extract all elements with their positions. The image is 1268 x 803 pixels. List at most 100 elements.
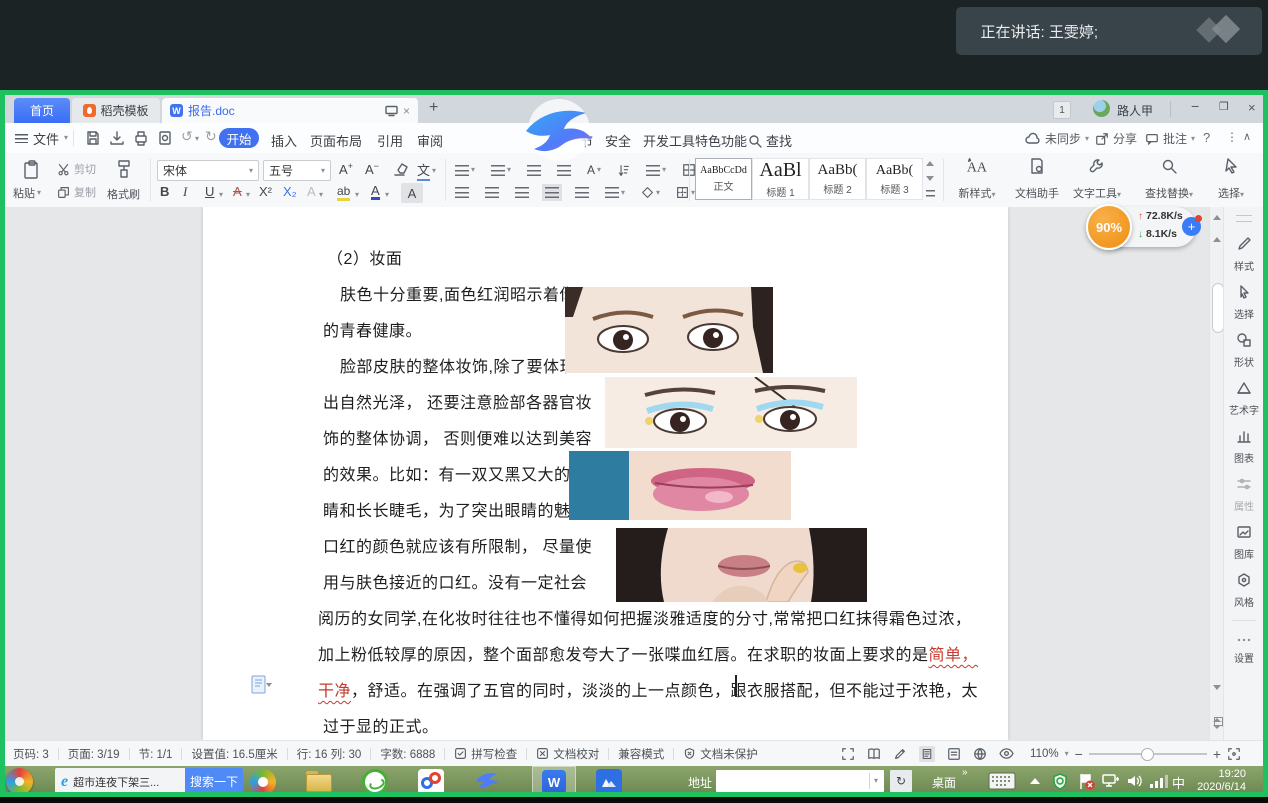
signal-bars-icon[interactable] bbox=[1150, 775, 1168, 788]
char-scale-button[interactable]: A▾ bbox=[587, 164, 601, 176]
bold-button[interactable]: B bbox=[160, 185, 169, 198]
speed-percent-ball[interactable]: 90% bbox=[1086, 204, 1132, 250]
align-right-button[interactable] bbox=[515, 187, 529, 198]
address-go-button[interactable]: ↻ bbox=[890, 770, 912, 792]
zoom-dropdown-icon[interactable]: ▾ bbox=[1065, 750, 1069, 758]
close-tab-icon[interactable]: × bbox=[403, 105, 410, 117]
export-icon[interactable] bbox=[109, 130, 125, 146]
status-page[interactable]: 页面: 3/19 bbox=[68, 746, 120, 762]
fit-page-icon[interactable] bbox=[1227, 747, 1241, 761]
toolbar-overflow-icon[interactable]: » bbox=[962, 767, 968, 778]
document-page[interactable]: （2）妆面 肤色十分重要,面色红润昭示着你 的青春健康。 脸部皮肤的整体妆饰,除… bbox=[203, 207, 1008, 740]
desktop-toolbar-label[interactable]: 桌面 bbox=[932, 774, 956, 791]
menu-tab-start[interactable]: 开始 bbox=[219, 128, 259, 148]
char-shading-dropdown-icon[interactable]: ▾ bbox=[319, 191, 323, 199]
file-menu[interactable]: 文件 ▾ bbox=[15, 123, 68, 153]
doc-assistant-button[interactable]: 文档助手 bbox=[1009, 157, 1065, 201]
touch-keyboard-icon[interactable] bbox=[988, 772, 1016, 790]
web-view-icon[interactable] bbox=[973, 747, 987, 761]
write-view-icon[interactable] bbox=[893, 747, 907, 761]
char-border-button[interactable]: A bbox=[401, 183, 423, 203]
restore-button[interactable]: ❐ bbox=[1219, 100, 1229, 113]
panel-item-settings[interactable]: 设置 bbox=[1224, 631, 1263, 665]
outline-view-icon[interactable] bbox=[947, 747, 961, 761]
menu-tab-review[interactable]: 审阅 bbox=[417, 131, 443, 150]
menu-tab-section[interactable]: 节 bbox=[580, 131, 593, 150]
redo-icon[interactable]: ↻ bbox=[205, 128, 217, 145]
collapse-ribbon-icon[interactable]: ∧ bbox=[1243, 130, 1251, 143]
share-button[interactable]: 分享 bbox=[1095, 130, 1137, 147]
print-icon[interactable] bbox=[133, 130, 149, 146]
address-input[interactable]: ▾ bbox=[716, 770, 884, 792]
shrink-font-button[interactable]: A− bbox=[365, 161, 379, 179]
browser-360-icon[interactable] bbox=[250, 769, 276, 795]
tab-home[interactable]: 首页 bbox=[14, 98, 70, 123]
meeting-app-icon[interactable] bbox=[596, 769, 622, 795]
doc-line[interactable]: 睛和长长睫毛，为了突出眼睛的魅力， bbox=[323, 497, 604, 521]
zoom-slider-knob[interactable] bbox=[1141, 748, 1154, 761]
tab-count-badge[interactable]: 1 bbox=[1053, 101, 1071, 119]
doc-protect-button[interactable]: 文档未保护 bbox=[683, 746, 758, 762]
search-button[interactable]: 搜索一下 bbox=[185, 768, 243, 795]
text-tool-button[interactable]: 文字工具▾ bbox=[1069, 157, 1125, 201]
panel-item-select[interactable]: 选择 bbox=[1224, 284, 1263, 321]
decrease-indent-button[interactable] bbox=[527, 165, 541, 176]
more-menu-icon[interactable]: ⋮ bbox=[1226, 130, 1238, 144]
tab-document[interactable]: W 报告.doc × bbox=[162, 98, 418, 123]
print-preview-icon[interactable] bbox=[157, 130, 173, 146]
underline-dropdown-icon[interactable]: ▾ bbox=[219, 191, 223, 199]
strikethrough-dropdown-icon[interactable]: ▾ bbox=[246, 191, 250, 199]
font-name-select[interactable]: 宋体 ▾ bbox=[157, 160, 259, 181]
copy-button[interactable]: 复制 bbox=[57, 184, 96, 200]
panel-item-wordart[interactable]: 艺术字 bbox=[1224, 380, 1263, 417]
line-spacing-button[interactable]: ▾ bbox=[605, 187, 625, 198]
font-color-dropdown-icon[interactable]: ▾ bbox=[385, 191, 389, 199]
paste-button[interactable]: 粘贴 ▾ bbox=[13, 185, 41, 201]
scroll-top-icon[interactable] bbox=[1213, 215, 1221, 220]
borders-button[interactable]: ▾ bbox=[676, 186, 695, 199]
align-center-button[interactable] bbox=[485, 187, 499, 198]
doc-line[interactable]: 的效果。比如：有一双又黑又大的眼 bbox=[323, 461, 587, 485]
doc-line[interactable]: 用与肤色接近的口红。没有一定社会 bbox=[323, 569, 587, 593]
doc-line[interactable]: 口红的颜色就应该有所限制， 尽量使 bbox=[323, 533, 592, 557]
sync-status[interactable]: 未同步 ▾ bbox=[1025, 130, 1089, 147]
justify-button[interactable] bbox=[545, 187, 559, 198]
spell-check-button[interactable]: 拼写检查 bbox=[454, 746, 517, 762]
doc-line[interactable]: 出自然光泽， 还要注意脸部各器官妆 bbox=[323, 389, 592, 413]
menu-tab-features[interactable]: 特色功能 bbox=[695, 131, 747, 150]
help-button[interactable]: ? bbox=[1203, 130, 1210, 145]
comment-button[interactable]: 批注 ▾ bbox=[1145, 130, 1195, 147]
styles-scroll-down-icon[interactable] bbox=[926, 176, 934, 181]
cut-button[interactable]: 剪切 bbox=[57, 161, 96, 177]
zoom-slider[interactable] bbox=[1089, 753, 1207, 755]
status-section[interactable]: 节: 1/1 bbox=[139, 746, 173, 762]
eye-protect-icon[interactable] bbox=[999, 747, 1014, 760]
select-button[interactable]: 选择▾ bbox=[1203, 157, 1259, 201]
status-row-col[interactable]: 行: 16 列: 30 bbox=[297, 746, 362, 762]
highlight-dropdown-icon[interactable]: ▾ bbox=[355, 191, 359, 199]
distribute-button[interactable] bbox=[575, 187, 589, 198]
photo-eyes-colored[interactable] bbox=[605, 377, 857, 448]
styles-more-icon[interactable] bbox=[926, 190, 935, 197]
status-setting[interactable]: 设置值: 16.5厘米 bbox=[191, 746, 277, 762]
speed-ball[interactable]: 90% ↑ 72.8K/s ↓ 8.1K/s + bbox=[1086, 204, 1198, 250]
numbered-list-button[interactable]: ▾ bbox=[491, 165, 511, 176]
clear-format-icon[interactable] bbox=[393, 161, 409, 177]
highlight-button[interactable]: ab bbox=[337, 184, 350, 201]
find-replace-button[interactable]: 查找替换▾ bbox=[1141, 157, 1197, 201]
panel-item-theme[interactable]: 风格 bbox=[1224, 572, 1263, 609]
wps-taskbar-highlight[interactable]: W bbox=[532, 766, 576, 797]
char-shading-button[interactable]: A bbox=[307, 185, 316, 198]
menu-tab-find[interactable]: 查找 bbox=[747, 131, 792, 150]
paste-icon[interactable] bbox=[21, 159, 43, 181]
undo-icon[interactable]: ↺ bbox=[181, 128, 193, 145]
panel-item-chart[interactable]: 图表 bbox=[1224, 428, 1263, 465]
photo-eyes-natural[interactable] bbox=[565, 287, 773, 373]
new-tab-button[interactable]: + bbox=[429, 99, 438, 117]
address-dropdown-icon[interactable]: ▾ bbox=[869, 773, 882, 789]
save-icon[interactable] bbox=[85, 130, 101, 146]
panel-item-gallery[interactable]: 图库 bbox=[1224, 524, 1263, 561]
paste-options-icon[interactable] bbox=[251, 675, 275, 695]
doc-line[interactable]: （2）妆面 bbox=[327, 245, 402, 269]
doc-proof-button[interactable]: 文档校对 bbox=[536, 746, 599, 762]
